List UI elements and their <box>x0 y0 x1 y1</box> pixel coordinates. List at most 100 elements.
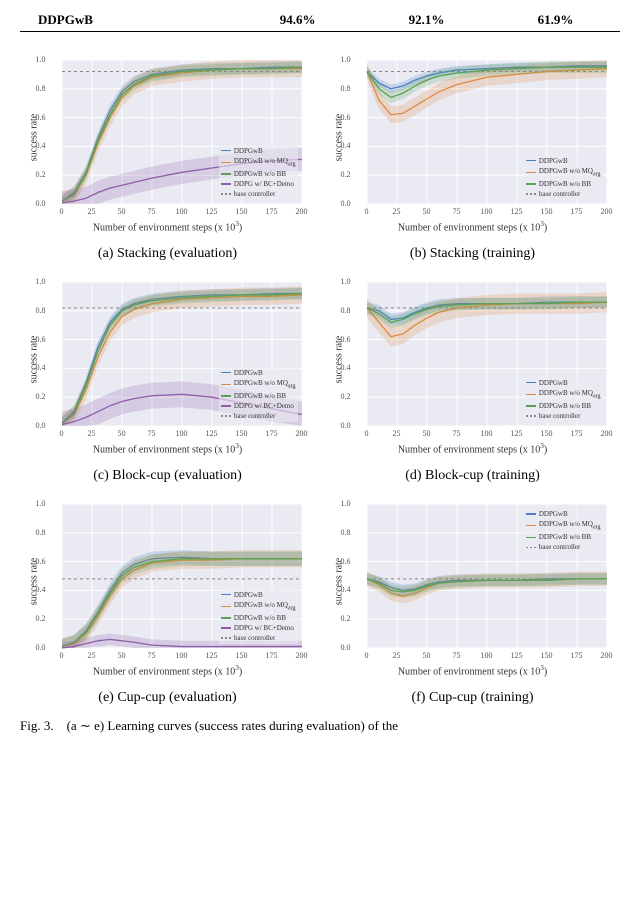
chart-body: 0.00.20.40.60.81.00255075100125150175200… <box>333 274 613 464</box>
xtick: 0 <box>60 651 64 660</box>
xtick: 50 <box>118 651 126 660</box>
chart-body: 0.00.20.40.60.81.00255075100125150175200… <box>28 274 308 464</box>
xtick: 200 <box>601 651 613 660</box>
legend-swatch <box>221 162 231 164</box>
legend-label: DDPGwB <box>234 146 263 156</box>
legend-item: DDPGwB w/o MQarg <box>221 378 296 391</box>
xtick: 75 <box>148 429 156 438</box>
legend: DDPGwBDDPGwB w/o MQargDDPGwB w/o BBDDPG … <box>219 145 298 200</box>
cell-c3: 61.9% <box>491 10 620 30</box>
ytick: 1.0 <box>26 55 46 64</box>
xtick: 200 <box>296 651 308 660</box>
xlabel: Number of environment steps (x 103) <box>93 442 242 455</box>
legend-item: base controller <box>526 411 601 421</box>
legend-swatch <box>526 382 536 384</box>
legend-item: DDPGwB w/o MQarg <box>221 600 296 613</box>
legend-item: DDPG w/ BC+Demo <box>221 179 296 189</box>
legend-item: DDPGwB <box>221 368 296 378</box>
table-rule <box>20 30 620 32</box>
legend-swatch <box>221 193 231 195</box>
legend-swatch <box>526 547 536 549</box>
ytick: 0.0 <box>26 643 46 652</box>
legend-swatch <box>221 594 231 596</box>
figure-caption-prefix: Fig. 3. <box>20 718 54 733</box>
legend-label: DDPGwB <box>234 590 263 600</box>
xlabel: Number of environment steps (x 103) <box>398 664 547 677</box>
legend-label: DDPGwB w/o BB <box>234 169 286 179</box>
subcaption: (a) Stacking (evaluation) <box>98 246 237 262</box>
xtick: 200 <box>601 429 613 438</box>
xtick: 50 <box>118 207 126 216</box>
xtick: 125 <box>511 651 523 660</box>
ytick: 0.8 <box>331 84 351 93</box>
xtick: 175 <box>571 651 583 660</box>
xtick: 125 <box>511 429 523 438</box>
legend-swatch <box>221 637 231 639</box>
legend-label: DDPGwB w/o BB <box>234 391 286 401</box>
legend-item: DDPGwB w/o BB <box>221 613 296 623</box>
legend-label: DDPGwB w/o MQarg <box>539 388 601 401</box>
legend: DDPGwBDDPGwB w/o MQargDDPGwB w/o BBbase … <box>524 377 603 422</box>
xlabel: Number of environment steps (x 103) <box>93 664 242 677</box>
legend-item: DDPGwB w/o BB <box>221 169 296 179</box>
legend-item: base controller <box>221 411 296 421</box>
legend: DDPGwBDDPGwB w/o MQargDDPGwB w/o BBDDPG … <box>219 589 298 644</box>
legend-swatch <box>221 183 231 185</box>
legend-item: DDPGwB <box>526 509 601 519</box>
xtick: 125 <box>206 651 218 660</box>
legend-item: base controller <box>526 542 601 552</box>
ylabel: success rate <box>28 114 39 161</box>
chart-e: 0.00.20.40.60.81.00255075100125150175200… <box>20 496 315 706</box>
legend-label: DDPG w/ BC+Demo <box>234 623 294 633</box>
legend-item: DDPGwB w/o BB <box>526 179 601 189</box>
legend-swatch <box>221 405 231 407</box>
results-table: DDPGwB 94.6% 92.1% 61.9% <box>20 10 620 32</box>
ytick: 0.0 <box>331 199 351 208</box>
xtick: 175 <box>571 207 583 216</box>
legend-swatch <box>221 617 231 619</box>
legend-item: base controller <box>221 633 296 643</box>
xtick: 150 <box>236 207 248 216</box>
xtick: 150 <box>541 429 553 438</box>
ytick: 1.0 <box>26 277 46 286</box>
legend-label: base controller <box>539 542 580 552</box>
legend-item: DDPGwB <box>526 156 601 166</box>
legend-item: DDPGwB w/o MQarg <box>526 166 601 179</box>
ytick: 0.0 <box>26 421 46 430</box>
xtick: 100 <box>481 207 493 216</box>
chart-d: 0.00.20.40.60.81.00255075100125150175200… <box>325 274 620 484</box>
legend-swatch <box>526 525 536 527</box>
xtick: 200 <box>296 429 308 438</box>
xtick: 100 <box>176 651 188 660</box>
legend-label: base controller <box>539 411 580 421</box>
ylabel: success rate <box>333 336 344 383</box>
ytick: 0.2 <box>26 392 46 401</box>
xtick: 175 <box>266 429 278 438</box>
ytick: 0.0 <box>26 199 46 208</box>
ytick: 0.8 <box>26 306 46 315</box>
ytick: 0.2 <box>26 170 46 179</box>
legend-swatch <box>221 372 231 374</box>
xtick: 175 <box>571 429 583 438</box>
ylabel: success rate <box>333 114 344 161</box>
xtick: 100 <box>481 651 493 660</box>
ytick: 0.2 <box>26 614 46 623</box>
cell-c1: 94.6% <box>233 10 362 30</box>
legend-item: DDPGwB w/o MQarg <box>526 388 601 401</box>
xtick: 100 <box>176 207 188 216</box>
ytick: 1.0 <box>331 277 351 286</box>
subcaption: (b) Stacking (training) <box>410 246 535 262</box>
chart-body: 0.00.20.40.60.81.00255075100125150175200… <box>28 52 308 242</box>
legend-label: DDPGwB w/o BB <box>234 613 286 623</box>
legend-label: base controller <box>539 189 580 199</box>
legend: DDPGwBDDPGwB w/o MQargDDPGwB w/o BBbase … <box>524 508 603 553</box>
ylabel: success rate <box>28 558 39 605</box>
legend-label: DDPGwB w/o BB <box>539 179 591 189</box>
chart-body: 0.00.20.40.60.81.00255075100125150175200… <box>333 52 613 242</box>
legend-swatch <box>221 627 231 629</box>
legend-swatch <box>526 394 536 396</box>
legend-swatch <box>526 172 536 174</box>
xtick: 75 <box>148 651 156 660</box>
xtick: 25 <box>88 207 96 216</box>
legend-label: DDPGwB w/o MQarg <box>234 156 296 169</box>
